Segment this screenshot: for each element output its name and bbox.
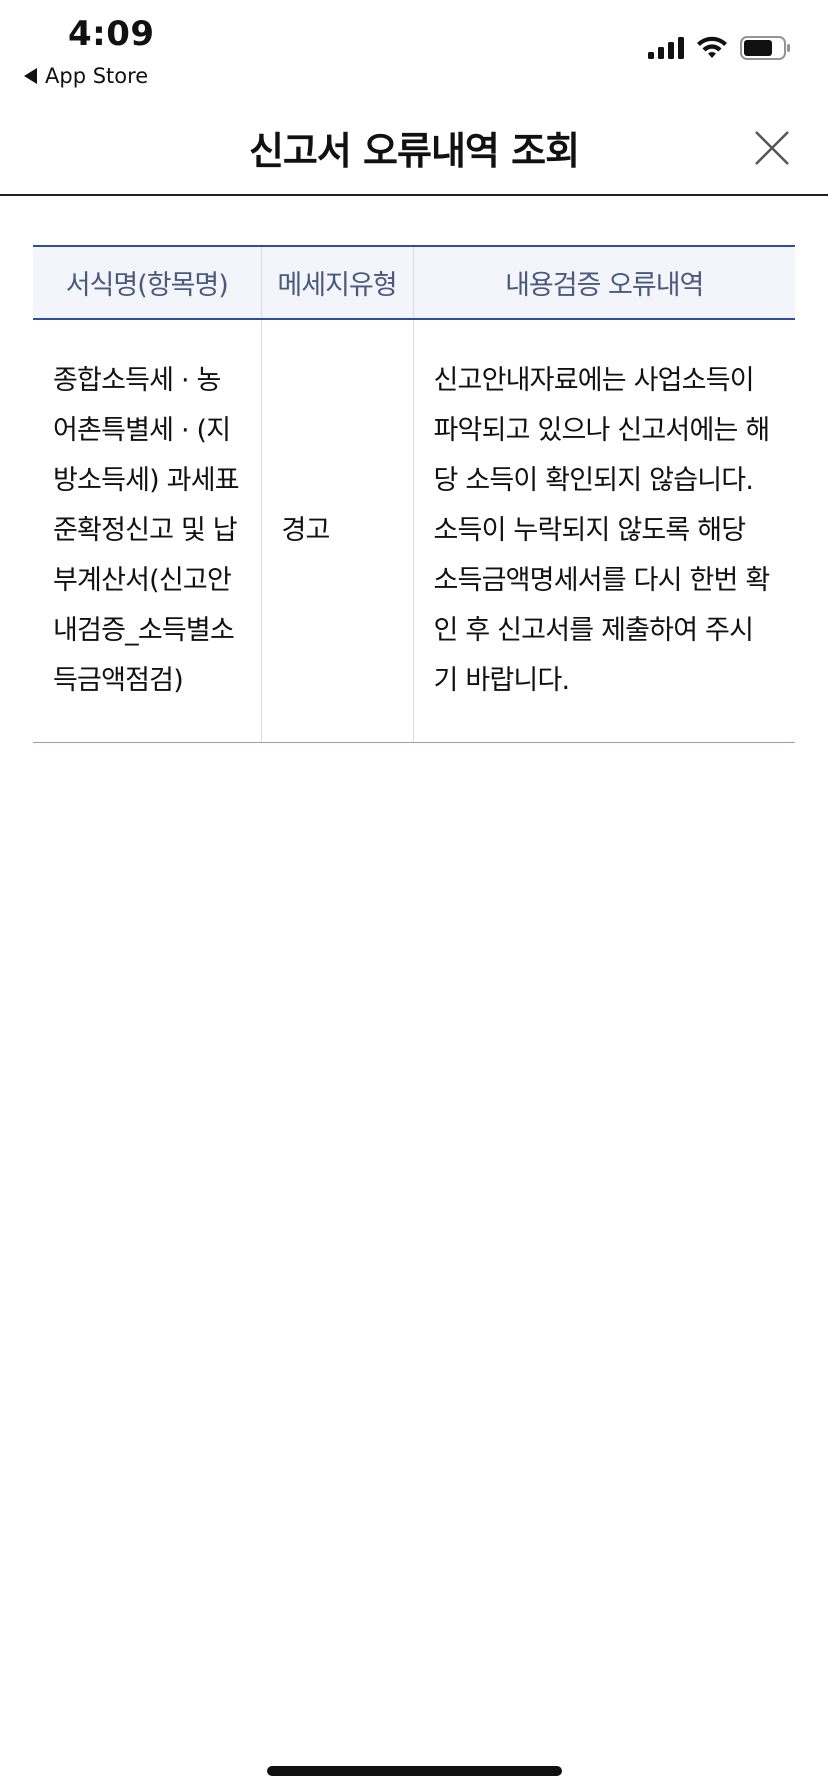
column-header-message-type: 메세지유형 <box>260 245 413 320</box>
column-header-content: 내용검증 오류내역 <box>412 245 795 320</box>
status-icons <box>648 36 792 60</box>
wifi-icon <box>697 36 727 58</box>
back-link-label: App Store <box>45 64 149 88</box>
error-history-table: 서식명(항목명) 메세지유형 내용검증 오류내역 종합소득세 · 농어촌특별세 … <box>33 245 795 743</box>
table-header-row: 서식명(항목명) 메세지유형 내용검증 오류내역 <box>33 245 795 320</box>
close-icon <box>755 131 789 165</box>
form-name-cell: 종합소득세 · 농어촌특별세 · (지방소득세) 과세표준확정신고 및 납부계산… <box>33 319 261 743</box>
error-content-cell: 신고안내자료에는 사업소득이 파악되고 있으나 신고서에는 해당 소득이 확인되… <box>412 319 795 743</box>
close-button[interactable] <box>752 128 792 168</box>
page: 4:09 App Store 신고서 오류내역 조회 서식명(항목명) 메세지유… <box>0 0 828 1792</box>
cellular-signal-icon <box>648 37 684 59</box>
column-header-form-name: 서식명(항목명) <box>33 245 261 320</box>
table-row: 종합소득세 · 농어촌특별세 · (지방소득세) 과세표준확정신고 및 납부계산… <box>33 319 795 743</box>
page-title: 신고서 오류내역 조회 <box>248 129 580 173</box>
battery-icon <box>740 36 790 60</box>
message-type-cell: 경고 <box>260 319 413 743</box>
page-header: 신고서 오류내역 조회 <box>0 100 828 196</box>
home-indicator[interactable] <box>267 1766 562 1776</box>
back-to-app-store-link[interactable]: App Store <box>24 64 148 88</box>
back-triangle-icon <box>24 68 37 84</box>
status-time: 4:09 <box>68 14 155 54</box>
